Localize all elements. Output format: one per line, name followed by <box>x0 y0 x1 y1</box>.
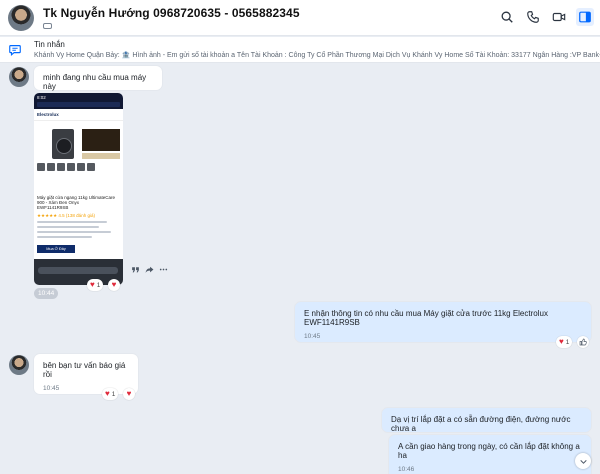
label-tag-icon[interactable] <box>43 23 52 29</box>
thumbnail <box>67 163 75 171</box>
pinned-body: Khánh Vy Home Quận Bảy: 🏦 Hình ảnh - Em … <box>34 51 600 59</box>
feature-line <box>37 236 92 238</box>
message-text: Dạ vị trí lắp đặt a có sẵn đường điện, đ… <box>391 415 571 433</box>
buy-button: Mua Ở Đây <box>37 245 75 253</box>
product-thumbnails <box>37 163 97 171</box>
add-reaction-button[interactable]: ♥ <box>108 279 120 291</box>
header-actions <box>498 8 594 26</box>
washer-image <box>52 129 74 159</box>
contact-title-wrap: Tk Nguyễn Hướng 0968720635 - 0565882345 <box>43 6 300 29</box>
contact-name[interactable]: Tk Nguyễn Hướng 0968720635 - 0565882345 <box>43 6 300 20</box>
message-bubble-outgoing[interactable]: Dạ vị trí lắp đặt a có sẵn đường điện, đ… <box>382 408 591 433</box>
contact-avatar[interactable] <box>8 4 34 31</box>
reaction-count: 1 <box>111 390 116 398</box>
reaction-summary[interactable]: ♥ 1 <box>556 336 573 348</box>
heart-icon: ♥ <box>105 389 110 398</box>
pinned-label: Tin nhắn <box>34 39 65 49</box>
sender-avatar[interactable] <box>9 67 29 87</box>
product-title: Máy giặt cửa ngang 11kg UltimateCare 900… <box>37 195 115 205</box>
promo-banner <box>82 129 120 151</box>
chat-header: Tk Nguyễn Hướng 0968720635 - 0565882345 <box>0 0 600 36</box>
message-bubble-incoming[interactable]: minh đang nhu cầu mua máy này <box>34 66 162 91</box>
add-reaction-button[interactable]: ♥ <box>123 388 135 400</box>
phone-status-time: 8:02 <box>37 95 46 100</box>
more-options-icon[interactable] <box>159 265 168 274</box>
forward-icon[interactable] <box>145 265 154 274</box>
message-time: 10:46 <box>398 466 415 473</box>
message-text: minh đang nhu cầu mua máy này <box>43 73 147 91</box>
image-message[interactable]: 8:02 Electrolux Máy giặt cửa ngang 11kg … <box>34 93 123 285</box>
message-text: E nhận thông tin có nhu cầu mua Máy giặt… <box>304 309 548 327</box>
chevron-down-icon <box>579 459 587 464</box>
phone-address-bar <box>37 102 120 107</box>
thumbnail <box>87 163 95 171</box>
message-bubble-outgoing[interactable]: A cần giao hàng trong ngày, có cần lắp đ… <box>389 435 591 474</box>
message-text: A cần giao hàng trong ngày, có cần lắp đ… <box>398 442 580 460</box>
thumbnail <box>47 163 55 171</box>
thumbnail <box>77 163 85 171</box>
site-header: Electrolux <box>34 109 123 121</box>
reaction-summary[interactable]: ♥ 1 <box>87 279 104 291</box>
heart-icon: ♥ <box>126 389 132 398</box>
scroll-to-bottom-button[interactable] <box>575 453 591 469</box>
promo-strip <box>82 153 120 159</box>
pinned-message-bar[interactable]: Tin nhắn Khánh Vy Home Quận Bảy: 🏦 Hình … <box>0 37 600 63</box>
sender-avatar[interactable] <box>9 355 29 375</box>
reaction-summary[interactable]: ♥ 1 <box>102 388 119 400</box>
feature-line <box>37 221 107 223</box>
pinned-message-icon <box>9 44 21 56</box>
phone-status-bar: 8:02 <box>34 93 123 109</box>
brand-logo: Electrolux <box>37 112 59 117</box>
video-icon[interactable] <box>550 8 568 26</box>
phone-icon[interactable] <box>524 8 542 26</box>
sidebar-toggle-icon[interactable] <box>576 8 594 26</box>
product-code: EWF1141R9SB <box>37 205 69 210</box>
product-name: Máy giặt cửa ngang 11kg UltimateCare 900… <box>37 195 119 210</box>
heart-icon: ♥ <box>559 337 564 346</box>
message-bubble-incoming[interactable]: bên bạn tư vấn báo giá rồi 10:45 <box>34 354 138 394</box>
feature-line <box>37 226 99 228</box>
like-button[interactable] <box>577 336 589 348</box>
product-rating: ★★★★★ 4.5 (138 đánh giá) <box>37 213 95 218</box>
thumbnail <box>57 163 65 171</box>
search-icon[interactable] <box>498 8 516 26</box>
message-bubble-outgoing[interactable]: E nhận thông tin có nhu cầu mua Máy giặt… <box>295 302 591 342</box>
pinned-text-wrap: Tin nhắn Khánh Vy Home Quận Bảy: 🏦 Hình … <box>34 39 600 61</box>
quote-icon[interactable] <box>131 265 140 274</box>
reaction-count: 1 <box>565 338 570 346</box>
message-text: bên bạn tư vấn báo giá rồi <box>43 361 126 379</box>
phone-url-bar <box>38 267 118 274</box>
like-icon <box>579 338 587 346</box>
message-time: 10:44 <box>34 288 59 299</box>
thumbnail <box>37 163 45 171</box>
reaction-count: 1 <box>96 281 101 289</box>
feature-line <box>37 231 111 233</box>
heart-icon: ♥ <box>90 280 95 289</box>
message-time: 10:45 <box>304 333 321 340</box>
image-actions <box>131 265 168 274</box>
heart-icon: ♥ <box>111 280 117 289</box>
